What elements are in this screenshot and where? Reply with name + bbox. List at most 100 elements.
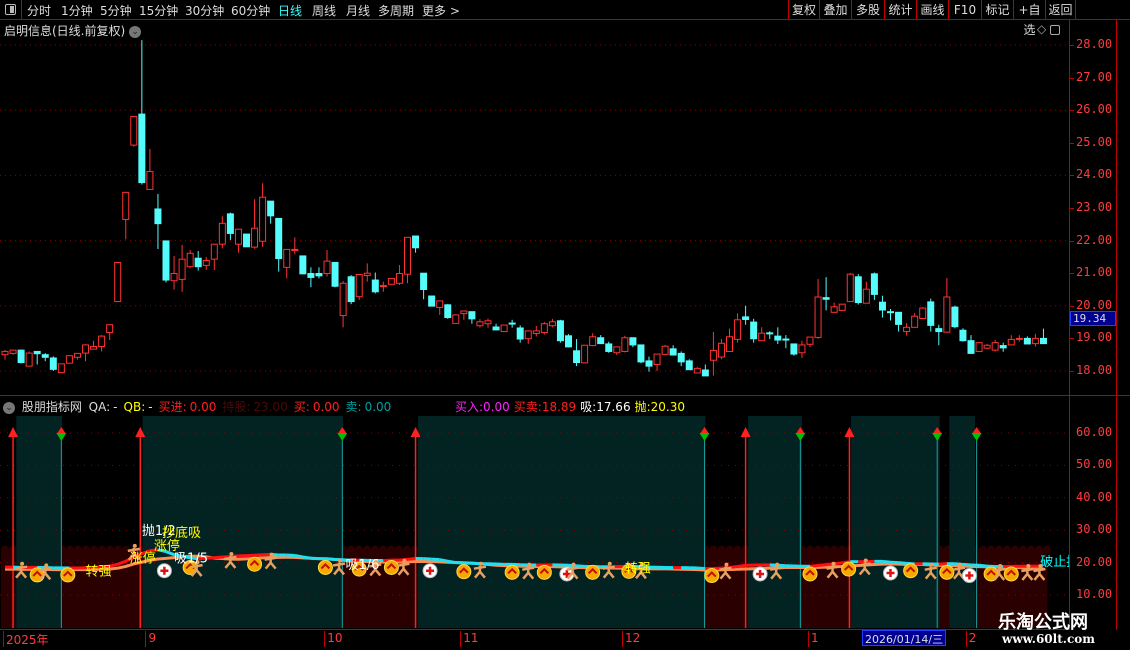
candle bbox=[758, 327, 766, 342]
toolbar-button-4[interactable]: 画线 bbox=[916, 0, 948, 20]
candle bbox=[484, 318, 492, 328]
candle-body bbox=[999, 345, 1007, 349]
candle bbox=[540, 322, 548, 335]
running-man-head bbox=[402, 558, 407, 563]
toolbar-button-6[interactable]: 标记 bbox=[981, 0, 1013, 20]
candle bbox=[331, 261, 339, 288]
candle bbox=[41, 353, 49, 362]
candle bbox=[790, 343, 798, 356]
hold-zone bbox=[417, 416, 706, 628]
toolbar-button-5[interactable]: F10 bbox=[948, 0, 981, 20]
candle bbox=[532, 326, 540, 337]
signal-label: 破止损 bbox=[1040, 555, 1069, 570]
candle-body bbox=[9, 349, 17, 354]
toolbar-button-8[interactable]: 返回 bbox=[1045, 0, 1075, 20]
tick-mark bbox=[1069, 240, 1074, 242]
toolbar-button-7[interactable]: +自选 bbox=[1013, 0, 1045, 37]
candle-body bbox=[114, 261, 122, 303]
candle-body bbox=[806, 336, 814, 345]
candle-body bbox=[122, 191, 130, 220]
fast-line-segment bbox=[447, 559, 457, 565]
indicator-tick-label: 60.00 bbox=[1076, 425, 1113, 439]
layout-toggle-icon[interactable] bbox=[0, 0, 22, 20]
coin-signal bbox=[456, 564, 472, 580]
candle-body bbox=[412, 235, 420, 249]
candle-body bbox=[661, 345, 669, 355]
candle bbox=[1007, 335, 1015, 346]
tab-period-5[interactable]: 60分钟 bbox=[231, 2, 270, 19]
tab-period-6[interactable]: 日线 bbox=[278, 2, 302, 19]
coin-icon bbox=[704, 568, 720, 584]
candle-body bbox=[669, 348, 677, 356]
candle bbox=[548, 318, 556, 328]
candle bbox=[573, 339, 581, 367]
candle bbox=[717, 339, 725, 360]
candle-body bbox=[291, 248, 299, 251]
tab-period-2[interactable]: 5分钟 bbox=[100, 2, 132, 19]
toolbar-button-0[interactable]: 复权 bbox=[788, 0, 819, 20]
running-man-head bbox=[44, 563, 49, 568]
price-chart[interactable] bbox=[0, 20, 1069, 395]
candle-body bbox=[170, 273, 178, 282]
candle bbox=[677, 351, 685, 367]
candle bbox=[621, 335, 629, 353]
zone-bump bbox=[387, 545, 396, 554]
candle bbox=[774, 327, 782, 344]
date-label: 9 bbox=[145, 631, 156, 647]
candle-body bbox=[484, 320, 492, 325]
candle-body bbox=[532, 330, 540, 335]
running-man-head bbox=[775, 562, 780, 567]
signal-label: 转强 bbox=[625, 561, 651, 576]
tick-mark bbox=[1069, 338, 1074, 340]
running-man-head bbox=[571, 562, 576, 567]
candle-body bbox=[1039, 337, 1047, 345]
running-man-head bbox=[478, 561, 483, 566]
zone-bump bbox=[1043, 545, 1052, 554]
candle bbox=[597, 335, 605, 345]
tab-period-3[interactable]: 15分钟 bbox=[139, 2, 178, 19]
coin-icon bbox=[802, 566, 818, 582]
watermark-name: 乐淘公式网 bbox=[998, 612, 1088, 633]
toolbar-button-2[interactable]: 多股 bbox=[851, 0, 884, 20]
zone-bump bbox=[66, 545, 75, 554]
toolbar-button-3[interactable]: 统计 bbox=[884, 0, 916, 20]
fast-line-segment bbox=[214, 555, 223, 560]
candle-body bbox=[540, 323, 548, 334]
tab-period-7[interactable]: 周线 bbox=[312, 2, 336, 19]
fast-line-segment bbox=[938, 562, 947, 566]
hold-zone bbox=[949, 416, 976, 628]
candle bbox=[709, 331, 717, 376]
date-label: 1 bbox=[808, 631, 819, 647]
right-side-panel[interactable] bbox=[1117, 20, 1130, 395]
candle-body bbox=[734, 319, 742, 340]
coin-signal bbox=[585, 564, 601, 580]
fast-line-segment bbox=[978, 563, 988, 568]
running-man-head bbox=[229, 551, 234, 556]
candle bbox=[98, 335, 106, 352]
tab-period-10[interactable]: 更多 > bbox=[422, 2, 460, 19]
zone-bump bbox=[837, 545, 846, 554]
zone-bump bbox=[403, 545, 412, 554]
indicator-chart[interactable]: 抛1/2抄底吸涨停涨停转强吸1/5吸1/6转强破止损 bbox=[0, 396, 1069, 629]
zone-bump bbox=[114, 545, 123, 554]
zone-bump bbox=[1011, 545, 1020, 554]
candle-body bbox=[1023, 337, 1031, 345]
tab-period-0[interactable]: 分时 bbox=[27, 2, 51, 19]
candle-body bbox=[57, 363, 65, 374]
candle-body bbox=[1031, 337, 1039, 345]
tick-mark bbox=[1069, 208, 1074, 209]
candle-body bbox=[73, 352, 81, 358]
candle-body bbox=[548, 321, 556, 327]
tab-period-1[interactable]: 1分钟 bbox=[61, 2, 93, 19]
toolbar-button-1[interactable]: 叠加 bbox=[819, 0, 851, 20]
tab-period-9[interactable]: 多周期 bbox=[378, 2, 414, 19]
candle-body bbox=[830, 306, 838, 313]
running-man-head bbox=[269, 552, 274, 557]
date-label: 2 bbox=[965, 631, 976, 647]
candle-body bbox=[790, 343, 798, 355]
tab-period-4[interactable]: 30分钟 bbox=[185, 2, 224, 19]
candle-body bbox=[500, 324, 508, 333]
candle bbox=[726, 328, 733, 352]
candle bbox=[887, 309, 894, 321]
tab-period-8[interactable]: 月线 bbox=[346, 2, 370, 19]
